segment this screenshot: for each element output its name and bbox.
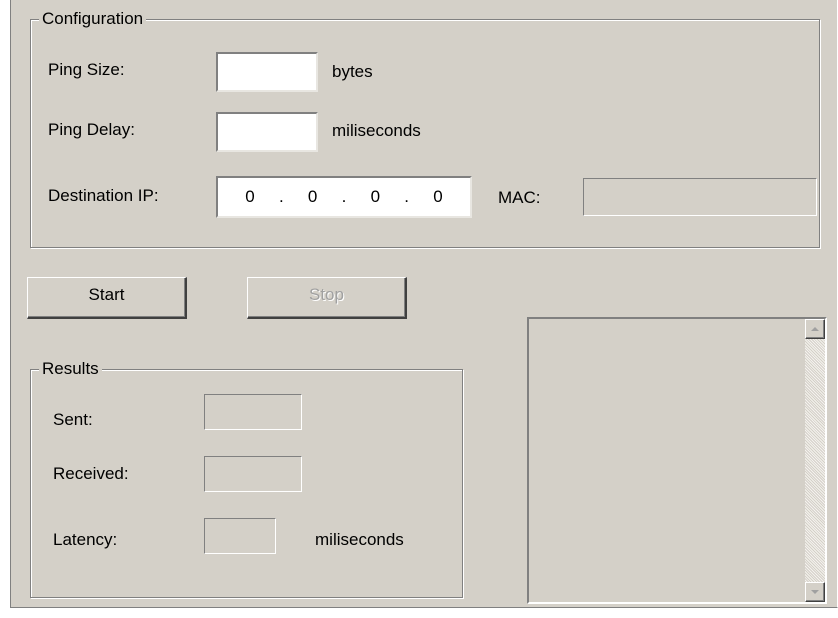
ip-dot: . bbox=[341, 187, 347, 206]
latency-field bbox=[204, 518, 276, 554]
sent-field bbox=[204, 394, 302, 430]
scroll-up-arrow-icon[interactable] bbox=[805, 319, 825, 339]
destination-ip-label: Destination IP: bbox=[48, 186, 159, 205]
sent-label: Sent: bbox=[53, 410, 93, 429]
start-button[interactable]: Start bbox=[27, 277, 187, 319]
ping-dialog: Configuration Ping Size: bytes Ping Dela… bbox=[10, 0, 838, 608]
ping-size-input[interactable] bbox=[218, 54, 316, 90]
latency-label: Latency: bbox=[53, 530, 118, 549]
received-field bbox=[204, 456, 302, 492]
ip-dot: . bbox=[278, 187, 284, 206]
latency-unit: miliseconds bbox=[315, 530, 404, 549]
ping-delay-input[interactable] bbox=[218, 114, 316, 150]
mac-field bbox=[583, 178, 817, 216]
destination-ip-field[interactable]: 0 . 0 . 0 . 0 bbox=[216, 176, 472, 218]
ping-delay-label: Ping Delay: bbox=[48, 120, 135, 139]
ip-octet-2[interactable]: 0 bbox=[302, 186, 324, 208]
log-scrollbar[interactable] bbox=[805, 319, 825, 602]
down-triangle-icon bbox=[811, 590, 819, 594]
ip-octet-1[interactable]: 0 bbox=[239, 186, 261, 208]
ping-size-field[interactable] bbox=[216, 52, 318, 92]
log-listbox[interactable] bbox=[527, 317, 827, 604]
results-legend: Results bbox=[39, 358, 102, 380]
ip-dot: . bbox=[404, 187, 410, 206]
scroll-down-arrow-icon[interactable] bbox=[805, 582, 825, 602]
stop-button[interactable]: Stop bbox=[247, 277, 407, 319]
ping-size-unit: bytes bbox=[332, 62, 373, 81]
mac-label: MAC: bbox=[498, 188, 541, 207]
received-label: Received: bbox=[53, 464, 129, 483]
ip-octet-3[interactable]: 0 bbox=[364, 186, 386, 208]
ip-octet-4[interactable]: 0 bbox=[427, 186, 449, 208]
ping-delay-field[interactable] bbox=[216, 112, 318, 152]
ping-delay-unit: miliseconds bbox=[332, 121, 421, 140]
up-triangle-icon bbox=[811, 327, 819, 331]
ping-size-label: Ping Size: bbox=[48, 60, 125, 79]
configuration-legend: Configuration bbox=[39, 8, 147, 30]
